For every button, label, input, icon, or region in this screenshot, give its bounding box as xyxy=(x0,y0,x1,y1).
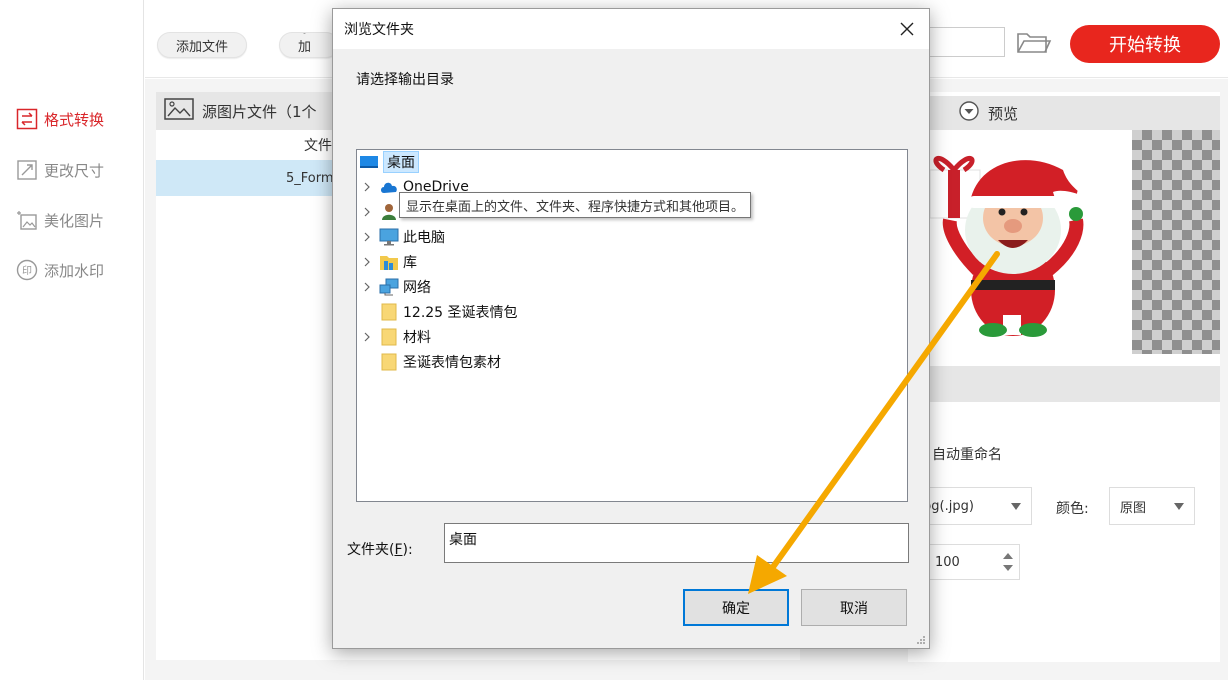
preview-panel: 预览 自动重命名 pg(.jpg) 颜色: 原图 100 xyxy=(908,92,1220,662)
chevron-right-icon[interactable] xyxy=(359,229,375,245)
sidebar-item-beautify[interactable]: 美化图片 xyxy=(16,207,104,233)
tree-item-folder[interactable]: 材料 xyxy=(359,325,431,349)
user-icon xyxy=(379,203,399,221)
tree-item-desktop[interactable]: 桌面 xyxy=(359,150,419,174)
color-label: 颜色: xyxy=(1056,501,1089,517)
chevron-right-icon[interactable] xyxy=(359,254,375,270)
sidebar: 格式转换 更改尺寸 美化图片 印 添加水印 xyxy=(0,0,144,680)
chevron-right-icon[interactable] xyxy=(359,279,375,295)
image-icon xyxy=(164,98,194,124)
chevron-right-icon[interactable] xyxy=(359,204,375,220)
tree-item-network[interactable]: 网络 xyxy=(359,275,431,299)
cloud-icon xyxy=(379,178,399,196)
tree-item-label: 此电脑 xyxy=(403,230,445,246)
folder-input[interactable]: 桌面 xyxy=(444,523,909,563)
sidebar-item-label: 添加水印 xyxy=(44,261,105,280)
folder-icon xyxy=(379,303,399,321)
add-file-button[interactable]: 添加文件 xyxy=(157,32,248,58)
tree-item-label: 材料 xyxy=(403,330,431,346)
close-icon[interactable] xyxy=(893,15,921,43)
network-icon xyxy=(379,278,399,296)
preview-image xyxy=(908,130,1220,354)
ok-button[interactable]: 确定 xyxy=(683,589,789,626)
beautify-icon xyxy=(16,209,38,231)
chevron-down-icon xyxy=(1011,503,1021,510)
column-header-file: 文件 xyxy=(304,138,332,154)
svg-text:印: 印 xyxy=(22,265,32,277)
color-value: 原图 xyxy=(1120,500,1147,516)
open-folder-icon[interactable] xyxy=(1016,30,1052,56)
chevron-right-icon[interactable] xyxy=(359,329,375,345)
preview-header: 预览 xyxy=(908,96,1220,130)
transparent-background xyxy=(1132,130,1220,354)
watermark-icon: 印 xyxy=(16,259,38,281)
sidebar-item-label: 美化图片 xyxy=(44,211,105,230)
start-convert-button[interactable]: 开始转换 xyxy=(1070,25,1220,63)
tree-item-folder[interactable]: 圣诞表情包素材 xyxy=(375,350,501,374)
chevron-down-icon xyxy=(1174,503,1184,510)
sidebar-item-format-convert[interactable]: 格式转换 xyxy=(16,106,104,132)
sidebar-item-resize[interactable]: 更改尺寸 xyxy=(16,157,104,183)
add-folder-button[interactable]: 添加文 xyxy=(279,32,339,58)
folder-icon xyxy=(379,353,399,371)
dialog-titlebar: 浏览文件夹 xyxy=(333,9,929,49)
file-name: 5_Form xyxy=(286,170,334,186)
file-panel-title: 源图片文件（1个 xyxy=(202,102,317,121)
format-value: pg(.jpg) xyxy=(923,498,974,514)
tree-item-library[interactable]: 库 xyxy=(359,250,417,274)
sidebar-item-label: 更改尺寸 xyxy=(44,161,105,180)
tree-item-folder[interactable]: 12.25 圣诞表情包 xyxy=(375,300,518,324)
library-icon xyxy=(379,253,399,271)
quality-value: 100 xyxy=(935,554,960,570)
sidebar-item-watermark[interactable]: 印 添加水印 xyxy=(16,257,104,283)
settings-header xyxy=(908,366,1220,402)
tooltip: 显示在桌面上的文件、文件夹、程序快捷方式和其他项目。 xyxy=(399,192,752,218)
sidebar-item-label: 格式转换 xyxy=(44,110,105,129)
preview-toggle-icon[interactable] xyxy=(956,100,982,126)
computer-icon xyxy=(379,228,399,246)
preview-label: 预览 xyxy=(988,104,1019,123)
folder-field-label: 文件夹(F): xyxy=(347,542,413,558)
dialog-title: 浏览文件夹 xyxy=(344,22,414,38)
auto-rename-label[interactable]: 自动重命名 xyxy=(932,444,1002,464)
dialog-prompt: 请选择输出目录 xyxy=(356,72,454,88)
tree-item-label: 网络 xyxy=(403,280,431,296)
tree-item-label: 桌面 xyxy=(383,151,419,173)
resize-icon xyxy=(16,159,38,181)
tree-item-user[interactable] xyxy=(359,200,403,224)
swap-icon xyxy=(16,108,38,130)
desktop-icon xyxy=(359,153,379,171)
tree-item-this-pc[interactable]: 此电脑 xyxy=(359,225,445,249)
santa-image xyxy=(929,156,1093,337)
resize-grip-icon[interactable] xyxy=(916,635,926,645)
chevron-right-icon[interactable] xyxy=(359,179,375,195)
cancel-button[interactable]: 取消 xyxy=(801,589,907,626)
folder-icon xyxy=(379,328,399,346)
color-select[interactable]: 原图 xyxy=(1109,487,1195,525)
browse-folder-dialog: 浏览文件夹 请选择输出目录 桌面 OneDrive 此电脑 库 网络 12.25… xyxy=(332,8,930,649)
tree-item-label: 库 xyxy=(403,255,417,271)
spin-down-icon[interactable] xyxy=(1001,561,1015,575)
tree-item-label: 圣诞表情包素材 xyxy=(403,355,501,371)
tree-item-label: 12.25 圣诞表情包 xyxy=(403,305,518,321)
